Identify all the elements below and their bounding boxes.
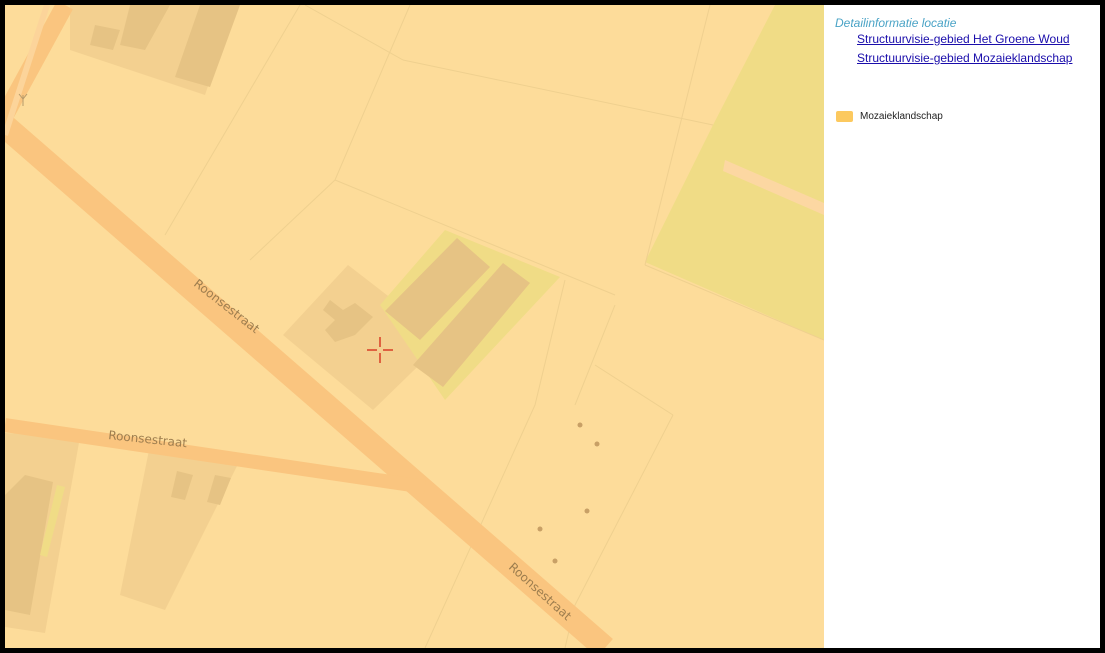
tree-point bbox=[537, 526, 543, 532]
tree-point bbox=[577, 422, 583, 428]
legend: Mozaieklandschap bbox=[836, 111, 943, 122]
tree-point bbox=[552, 558, 558, 564]
link-structuurvisie-mozaieklandschap[interactable]: Structuurvisie-gebied Mozaiekland­schap bbox=[857, 51, 1072, 65]
map-viewport[interactable]: Roonsestraat Roonsestraat Roonsestraat bbox=[5, 5, 824, 648]
info-panel-title: Detailinformatie locatie bbox=[835, 16, 957, 30]
viewer-frame: Roonsestraat Roonsestraat Roonsestraat D… bbox=[5, 5, 1100, 648]
map-canvas[interactable]: Roonsestraat Roonsestraat Roonsestraat bbox=[5, 5, 824, 648]
legend-swatch bbox=[836, 111, 853, 122]
link-structuurvisie-groene-woud[interactable]: Structuurvisie-gebied Het Groene Woud bbox=[857, 32, 1070, 46]
legend-label: Mozaieklandschap bbox=[860, 111, 943, 122]
info-panel: Detailinformatie locatie Structuurvisie-… bbox=[824, 5, 1100, 648]
tree-point bbox=[594, 441, 600, 447]
tree-point bbox=[584, 508, 590, 514]
